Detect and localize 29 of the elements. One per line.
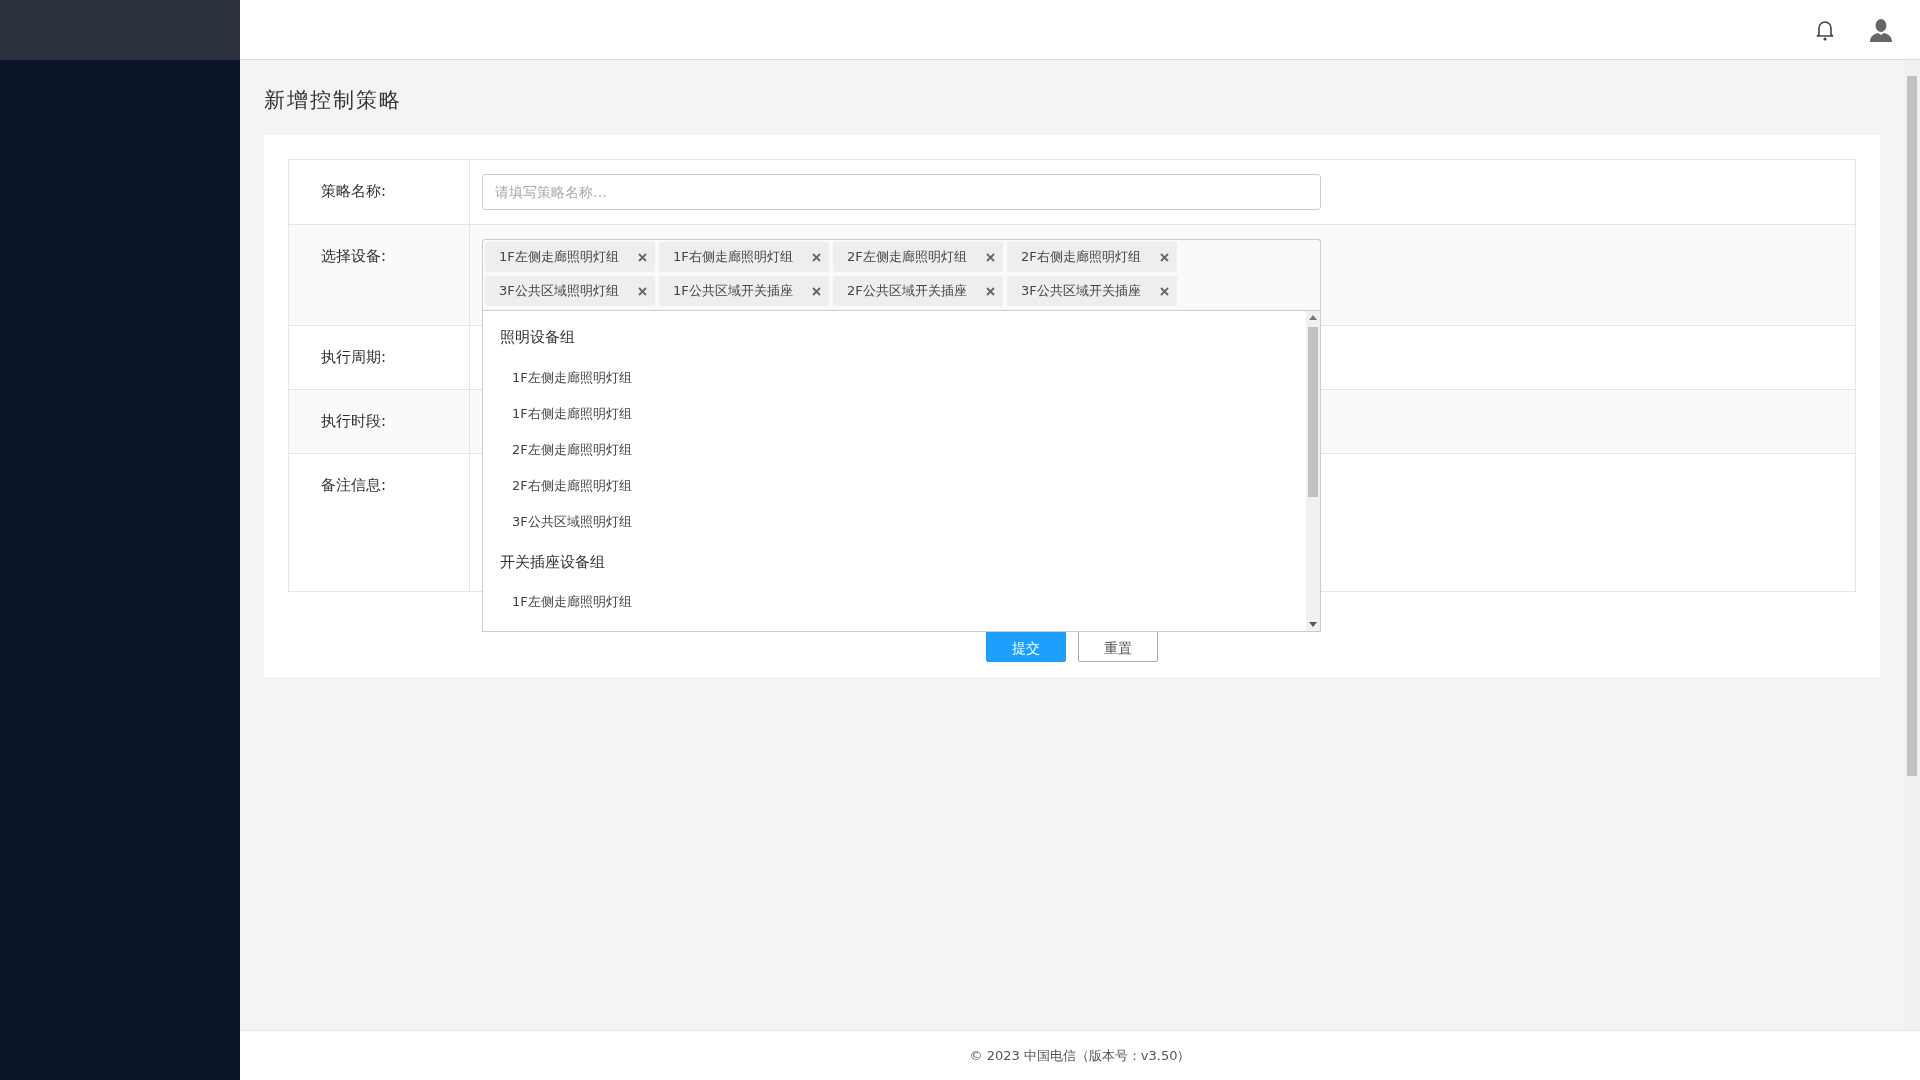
- field-label: 策略名称:: [321, 181, 387, 202]
- device-tag: 1F右侧走廊照明灯组: [659, 242, 829, 272]
- device-select-field[interactable]: 1F左侧走廊照明灯组 1F右侧走廊照明灯组 2F左侧走廊照明灯组 2F右侧走廊照明灯组 3F公共区域照明灯组 1F公共区域开关插座 2F公共区域开关插座 3F公共区域开关插座: [482, 239, 1321, 310]
- device-tag: 2F右侧走廊照明灯组: [1007, 242, 1177, 272]
- device-tag: 1F公共区域开关插座: [659, 276, 829, 306]
- dropdown-option[interactable]: 1F右侧走廊照明灯组: [483, 395, 661, 432]
- user-avatar-icon[interactable]: [1870, 17, 1892, 42]
- dropdown-option[interactable]: 2F右侧走廊照明灯组: [483, 467, 661, 504]
- field-label: 执行时段:: [321, 411, 387, 432]
- name-field[interactable]: 请填写策略名称…: [482, 174, 1321, 210]
- dropdown-option[interactable]: 3F公共区域照明灯组: [483, 503, 661, 540]
- option-group-title: 开关插座设备组: [499, 551, 606, 573]
- dropdown-option[interactable]: 1F左侧走廊照明灯组: [483, 359, 661, 396]
- bell-icon[interactable]: [1816, 18, 1834, 41]
- footer-text: © 2023 中国电信（版本号：v3.50）: [969, 1046, 1191, 1065]
- device-tag: 2F左侧走廊照明灯组: [833, 242, 1003, 272]
- device-tag: 1F左侧走廊照明灯组: [485, 242, 655, 272]
- device-tag: 3F公共区域开关插座: [1007, 276, 1177, 306]
- reset-button[interactable]: 重置: [1078, 630, 1158, 662]
- option-group-title: 照明设备组: [499, 327, 576, 348]
- field-label: 执行周期:: [321, 347, 387, 368]
- device-tag: 2F公共区域开关插座: [833, 276, 1003, 306]
- dropdown-option[interactable]: 2F左侧走廊照明灯组: [483, 431, 661, 468]
- page-title: 新增控制策略: [264, 88, 403, 113]
- dropdown-option[interactable]: 1F左侧走廊照明灯组: [483, 584, 661, 620]
- field-label: 选择设备:: [321, 246, 387, 267]
- dropdown-scrollbar[interactable]: [1306, 311, 1320, 631]
- field-label: 备注信息:: [321, 475, 387, 496]
- device-tag: 3F公共区域照明灯组: [485, 276, 655, 306]
